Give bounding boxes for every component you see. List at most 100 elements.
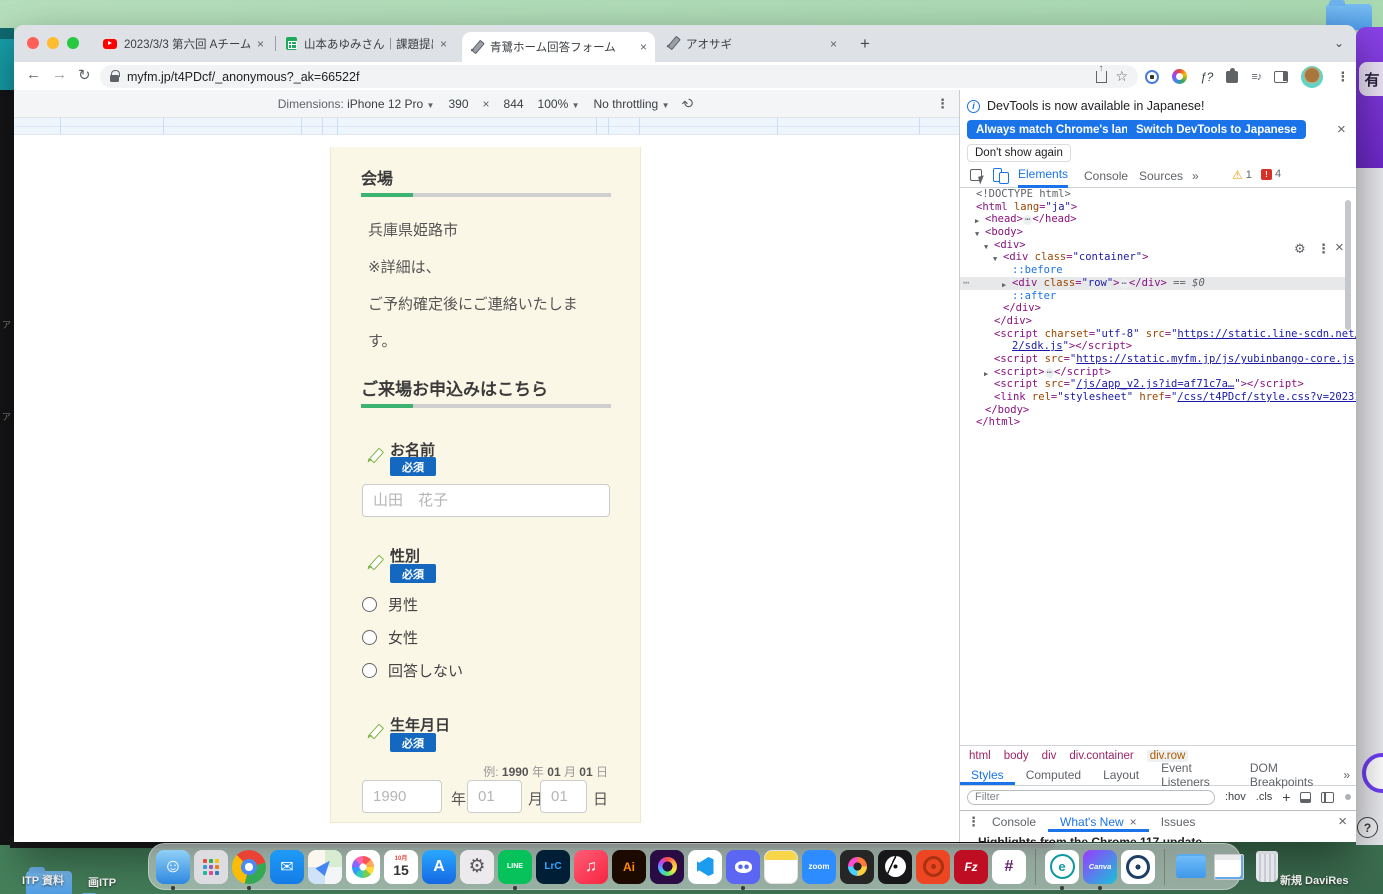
help-icon[interactable]: ? <box>1357 817 1378 838</box>
zoom-window-button[interactable] <box>67 37 79 49</box>
code-line[interactable]: ::after <box>960 290 1350 303</box>
desktop-folder-label[interactable]: 新規 DaviRes <box>1280 872 1348 888</box>
gender-radio-3[interactable]: 回答しない <box>362 660 463 681</box>
profile-avatar[interactable] <box>1301 66 1323 88</box>
code-line[interactable]: ▼<div> <box>960 239 1350 252</box>
viewport-width-input[interactable]: 390 <box>448 97 468 111</box>
code-line[interactable]: ▶<script>⋯</script> <box>960 366 1350 379</box>
playlist-extension-icon[interactable]: ≡♪ <box>1251 71 1261 83</box>
gender-radio-1[interactable]: 男性 <box>362 594 418 615</box>
code-line[interactable]: <!DOCTYPE html> <box>960 188 1350 201</box>
breadcrumb-div[interactable]: div <box>1042 750 1057 762</box>
viewport-height-input[interactable]: 844 <box>504 97 524 111</box>
dont-show-again-button[interactable]: Don't show again <box>967 144 1071 162</box>
code-line[interactable]: <script src="https://static.myfm.jp/js/y… <box>960 353 1350 366</box>
birth-day-input[interactable] <box>540 780 587 813</box>
back-button[interactable]: ← <box>26 66 41 83</box>
tab-search-chevron-icon[interactable]: ⌄ <box>1334 36 1344 50</box>
extensions-puzzle-icon[interactable] <box>1226 71 1238 83</box>
side-panel-icon[interactable] <box>1274 71 1288 83</box>
name-input[interactable] <box>362 484 610 517</box>
more-styles-tabs-icon[interactable]: » <box>1337 768 1356 782</box>
privacy-extension-icon[interactable] <box>1145 70 1159 84</box>
code-line[interactable]: <html lang="ja"> <box>960 201 1350 214</box>
tab-sources[interactable]: Sources <box>1139 163 1183 188</box>
color-wheel-extension-icon[interactable] <box>1172 69 1187 84</box>
browser-tab-2[interactable]: 山本あゆみさん｜課題提出用シー× <box>278 25 455 62</box>
drawer-tab-issues[interactable]: Issues <box>1149 811 1208 832</box>
breadcrumb-body[interactable]: body <box>1004 750 1029 762</box>
radio-circle[interactable] <box>362 597 377 612</box>
bookmark-star-icon[interactable]: ☆ <box>1115 68 1128 85</box>
font-extension-icon[interactable]: ƒ? <box>1200 70 1213 84</box>
class-toggle[interactable]: .cls <box>1256 791 1273 803</box>
background-window-button[interactable]: 有 <box>1359 62 1383 96</box>
styles-tab-dom-breakpoints[interactable]: DOM Breakpoints <box>1239 765 1337 785</box>
styles-tab-computed[interactable]: Computed <box>1015 765 1092 785</box>
desktop-folder-label[interactable]: 画ITP <box>88 874 116 890</box>
drawer-tab-console[interactable]: Console <box>980 811 1048 832</box>
dock-icon-illustrator[interactable]: Ai <box>612 850 646 884</box>
radio-circle[interactable] <box>362 630 377 645</box>
dock-icon-vscode[interactable] <box>688 850 722 884</box>
rotate-device-icon[interactable]: ↻ <box>679 93 699 113</box>
styles-tab-styles[interactable]: Styles <box>960 765 1015 785</box>
breadcrumb-div.row[interactable]: div.row <box>1147 750 1189 762</box>
share-icon[interactable] <box>1096 71 1107 83</box>
dock-icon-docwindow[interactable] <box>1212 850 1246 884</box>
browser-menu-icon[interactable]: ⋮ <box>1336 69 1349 85</box>
elements-tree[interactable]: <!DOCTYPE html><html lang="ja">▶<head>⋯<… <box>960 188 1350 743</box>
dock-icon-redapp[interactable] <box>916 850 950 884</box>
inspect-element-icon[interactable] <box>970 169 982 181</box>
dock-icon-slack[interactable]: # <box>992 850 1026 884</box>
device-toolbar-toggle-icon[interactable] <box>993 168 1002 182</box>
dock-icon-notes[interactable] <box>764 850 798 884</box>
code-line[interactable]: </div> <box>960 302 1350 315</box>
dock-icon-canva[interactable]: Canva <box>1083 850 1117 884</box>
styles-tab-event-listeners[interactable]: Event Listeners <box>1150 765 1239 785</box>
sidebar-layout-icon[interactable] <box>1321 792 1334 803</box>
dock-icon-lightroom[interactable]: LrC <box>536 850 570 884</box>
tab-console[interactable]: Console <box>1084 163 1128 188</box>
reload-button[interactable]: ↻ <box>78 66 91 84</box>
throttling-select[interactable]: No throttling ▼ <box>594 97 670 111</box>
code-line[interactable]: <script src="/js/app_v2.js?id=af71c7a…">… <box>960 378 1350 391</box>
issues-badge[interactable]: !4 <box>1261 168 1281 180</box>
media-query-ruler[interactable] <box>14 118 959 135</box>
new-style-rule-button[interactable]: + <box>1282 789 1290 805</box>
code-line[interactable]: </div> <box>960 315 1350 328</box>
device-toolbar-menu-icon[interactable]: ⋮ <box>936 96 949 112</box>
drawer-tab-close-icon[interactable]: × <box>1130 815 1137 829</box>
whats-new-teaser[interactable]: Highlights from the Chrome 117 update <box>978 835 1202 842</box>
dock-icon-1password[interactable] <box>1121 850 1155 884</box>
tab-close-icon[interactable]: × <box>257 37 264 51</box>
dock-icon-launchpad[interactable] <box>194 850 228 884</box>
code-line[interactable]: </body> <box>960 404 1350 417</box>
drawer-close-icon[interactable]: × <box>1338 813 1347 830</box>
dock-icon-clock[interactable] <box>878 850 912 884</box>
tab-close-icon[interactable]: × <box>640 40 647 54</box>
dock-icon-filezilla[interactable]: Fz <box>954 850 988 884</box>
tab-elements[interactable]: Elements <box>1018 163 1068 188</box>
styles-filter-input[interactable] <box>967 790 1215 805</box>
dock-icon-maps[interactable] <box>308 850 342 884</box>
minimize-window-button[interactable] <box>47 37 59 49</box>
dock-icon-settings[interactable]: ⚙ <box>460 850 494 884</box>
dock-icon-davinci[interactable] <box>840 850 874 884</box>
birth-year-input[interactable] <box>362 780 442 813</box>
code-line[interactable]: 2/sdk.js"></script> <box>960 340 1350 353</box>
url-text[interactable]: myfm.jp/t4PDcf/_anonymous?_ak=66522f <box>127 70 1088 84</box>
tab-close-icon[interactable]: × <box>830 37 837 51</box>
switch-japanese-button[interactable]: Switch DevTools to Japanese <box>1127 120 1306 139</box>
dimensions-select[interactable]: Dimensions: iPhone 12 Pro ▼ <box>278 97 435 111</box>
hover-toggle[interactable]: :hov <box>1225 791 1246 803</box>
dock-icon-downloads[interactable] <box>1174 850 1208 884</box>
dock-icon-finder[interactable]: ☺ <box>156 850 190 884</box>
dock-icon-creativecloud[interactable] <box>650 850 684 884</box>
zoom-select[interactable]: 100% ▼ <box>538 97 580 111</box>
tab-close-icon[interactable]: × <box>440 37 447 51</box>
dock-icon-chrome[interactable] <box>232 850 266 884</box>
notification-close-icon[interactable]: × <box>1337 121 1346 138</box>
code-line[interactable]: ⋯▶<div class="row">⋯</div> == $0 <box>960 277 1350 290</box>
dock-icon-zoom[interactable]: zoom <box>802 850 836 884</box>
